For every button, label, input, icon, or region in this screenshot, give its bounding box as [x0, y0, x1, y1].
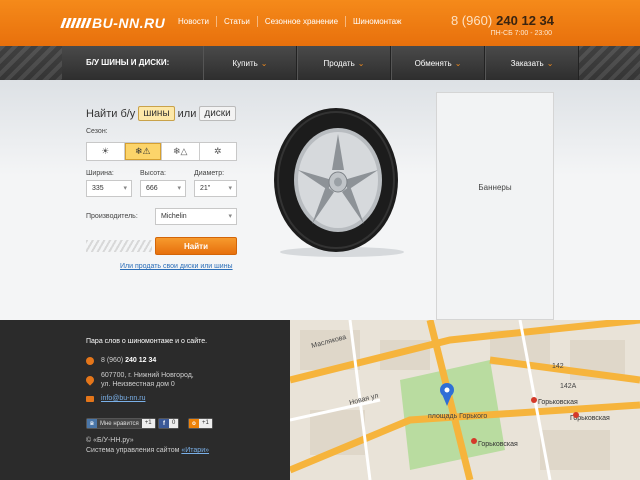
all-season-icon[interactable]: ❄⚠: [123, 143, 161, 160]
cms-prefix: Система управления сайтом: [86, 447, 180, 454]
map-label: Горьковская: [538, 399, 578, 406]
chevron-down-icon: ⌄: [454, 58, 462, 68]
facebook-like-widget[interactable]: f 0: [158, 418, 180, 429]
header-phone: 8 (960) 240 12 34: [451, 13, 554, 28]
winter-studded-icon[interactable]: ❄△: [161, 143, 199, 160]
nav-seasonal-storage[interactable]: Сезонное хранение: [256, 16, 345, 27]
map-label: 142А: [560, 383, 577, 390]
menu-buy[interactable]: Купить ⌄: [203, 46, 297, 80]
width-select[interactable]: 335 ▾: [86, 180, 132, 197]
tread-decoration-left: [0, 46, 62, 80]
phone-code: 8 (960): [450, 13, 493, 28]
search-title-or: или: [177, 107, 197, 120]
phone-icon: [86, 357, 94, 365]
menu-buy-label: Купить: [232, 58, 258, 68]
chevron-down-icon: ⌄: [260, 58, 268, 68]
diameter-label: Диаметр:: [194, 170, 225, 177]
search-section: Найти б/у шины или диски Сезон: ☀ ❄⚠ ❄△ …: [0, 80, 640, 320]
menu-order-label: Заказать: [510, 58, 544, 68]
disks-toggle[interactable]: диски: [199, 106, 236, 121]
chevron-down-icon: ▾: [177, 185, 181, 192]
sell-link[interactable]: Или продать свои диски или шины: [120, 263, 233, 270]
odnoklassniki-widget[interactable]: о +1: [188, 418, 213, 429]
footer-tagline: Пара слов о шиномонтаже и о сайте.: [86, 338, 208, 345]
wheel-image: [274, 108, 404, 257]
cms-link[interactable]: «Итари»: [181, 447, 209, 454]
footer-phone: 8 (960) 240 12 34: [101, 357, 156, 364]
menu-sell[interactable]: Продать ⌄: [297, 46, 391, 80]
height-label: Высота:: [140, 170, 166, 177]
tires-toggle[interactable]: шины: [138, 106, 175, 121]
menu-exchange-label: Обменять: [414, 58, 452, 68]
main-menu-bar: Б/У ШИНЫ И ДИСКИ: Купить ⌄ Продать ⌄ Обмен…: [0, 46, 640, 80]
chevron-down-icon: ⌄: [357, 58, 365, 68]
maker-value: Michelin: [161, 213, 187, 220]
cms-credit: Система управления сайтом «Итари»: [86, 447, 209, 454]
vk-like-label: Мне нравится: [100, 420, 139, 427]
footer-address-line2: ул. Неизвестная дом 0: [101, 381, 175, 388]
season-label: Сезон:: [86, 128, 108, 135]
location-map[interactable]: Маслякова площадь Горького Горьковская Г…: [290, 320, 640, 480]
season-selector: ☀ ❄⚠ ❄△ ✲: [86, 142, 237, 161]
footer: Маслякова площадь Горького Горьковская Г…: [0, 320, 640, 480]
footer-address-line1: 607700, г. Нижний Новгород,: [101, 372, 194, 379]
menu-exchange[interactable]: Обменять ⌄: [391, 46, 485, 80]
search-title: Найти б/у шины или диски: [86, 106, 236, 121]
facebook-icon: f: [159, 419, 169, 428]
banner-label: Баннеры: [478, 183, 512, 192]
nav-news[interactable]: Новости: [171, 16, 216, 27]
tread-decoration-right: [578, 46, 640, 80]
nav-articles[interactable]: Статьи: [215, 16, 257, 27]
width-value: 335: [92, 185, 104, 192]
diameter-value: 21": [200, 185, 211, 192]
nav-tire-fitting[interactable]: Шиномонтаж: [345, 16, 408, 27]
search-title-prefix: Найти б/у: [86, 107, 136, 120]
map-label: площадь Горького: [428, 413, 487, 420]
find-button[interactable]: Найти: [155, 237, 237, 255]
footer-phone-number: 240 12 34: [125, 357, 157, 364]
map-label: Горьковская: [478, 441, 518, 448]
copyright: © «Б/У-НН.ру»: [86, 437, 134, 444]
odnoklassniki-icon: о: [189, 419, 199, 428]
map-label: 142: [552, 363, 564, 370]
sun-icon[interactable]: ☀: [87, 143, 124, 160]
vk-like-count: +1: [141, 419, 155, 428]
menu-order[interactable]: Заказать ⌄: [485, 46, 579, 80]
facebook-like-count: 0: [169, 419, 179, 428]
footer-email[interactable]: info@bu-nn.ru: [101, 395, 145, 402]
chevron-down-icon: ▾: [228, 185, 232, 192]
snowflake-icon[interactable]: ✲: [198, 143, 237, 160]
vk-icon: в: [87, 419, 97, 428]
site-logo[interactable]: BU-NN.RU: [92, 15, 165, 31]
maker-select[interactable]: Michelin ▾: [155, 208, 237, 225]
location-pin-icon: [84, 374, 96, 386]
diameter-select[interactable]: 21" ▾: [194, 180, 237, 197]
vk-like-widget[interactable]: в Мне нравится +1: [86, 418, 156, 429]
width-label: Ширина:: [86, 170, 114, 177]
logo-stripes: [60, 18, 92, 28]
banner-placeholder[interactable]: Баннеры: [436, 92, 554, 320]
menu-title: Б/У ШИНЫ И ДИСКИ:: [86, 58, 170, 67]
chevron-down-icon: ▾: [123, 185, 127, 192]
top-header: BU-NN.RU Новости Статьи Сезонное хранени…: [0, 0, 640, 46]
footer-phone-code: 8 (960): [101, 357, 124, 364]
chevron-down-icon: ▾: [228, 213, 232, 220]
height-value: 666: [146, 185, 158, 192]
chevron-down-icon: ⌄: [546, 58, 554, 68]
odnoklassniki-count: +1: [199, 419, 212, 428]
work-hours: ПН-СБ 7:00 - 23:00: [490, 30, 552, 37]
phone-number: 240 12 34: [496, 13, 554, 28]
mail-icon: [86, 396, 94, 402]
tread-decoration: [86, 240, 152, 252]
top-nav: Новости Статьи Сезонное хранение Шиномон…: [171, 16, 408, 27]
maker-label: Производитель:: [86, 213, 138, 220]
height-select[interactable]: 666 ▾: [140, 180, 186, 197]
menu-sell-label: Продать: [323, 58, 355, 68]
